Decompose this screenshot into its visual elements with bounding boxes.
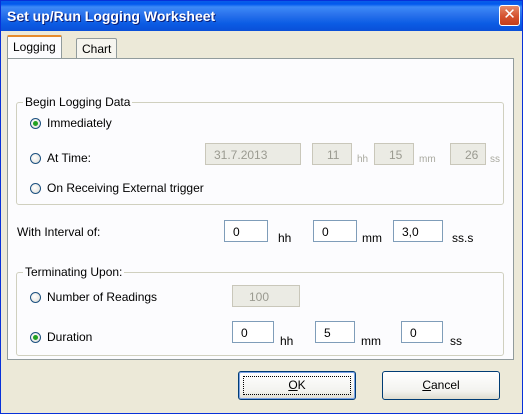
interval-minute-field[interactable]: 0: [313, 220, 357, 242]
duration-second-field[interactable]: 0: [401, 321, 443, 343]
start-second-field[interactable]: 26: [450, 143, 486, 165]
radio-button-selected-icon: [30, 331, 41, 343]
start-minute-unit: mm: [419, 154, 436, 165]
interval-minute-unit: mm: [362, 231, 382, 245]
radio-at-time[interactable]: At Time:: [30, 151, 91, 165]
interval-second-field[interactable]: 3,0: [393, 220, 443, 242]
terminating-legend: Terminating Upon:: [23, 265, 125, 279]
radio-external-trigger-label: On Receiving External trigger: [47, 181, 204, 195]
interval-label: With Interval of:: [17, 225, 101, 239]
radio-number-of-readings[interactable]: Number of Readings: [30, 290, 157, 304]
cancel-label-rest: ancel: [430, 378, 460, 392]
cancel-button[interactable]: Cancel: [382, 371, 500, 400]
radio-immediately-label: Immediately: [47, 116, 112, 130]
radio-duration[interactable]: Duration: [30, 330, 92, 344]
interval-hour-unit: hh: [278, 231, 292, 245]
cancel-accelerator: C: [422, 378, 431, 392]
logging-setup-dialog: Set up/Run Logging Worksheet ✕ Logging C…: [0, 0, 523, 414]
start-hour-field[interactable]: 11: [312, 143, 352, 165]
radio-at-time-label: At Time:: [47, 151, 92, 165]
radio-duration-label: Duration: [47, 330, 93, 344]
radio-external-trigger[interactable]: On Receiving External trigger: [30, 181, 204, 195]
focus-ring: [243, 376, 351, 395]
start-second-unit: ss: [490, 154, 500, 165]
radio-number-of-readings-label: Number of Readings: [47, 290, 158, 304]
duration-second-unit: ss: [450, 334, 462, 348]
duration-hour-unit: hh: [280, 334, 294, 348]
window-title: Set up/Run Logging Worksheet: [7, 8, 216, 24]
radio-button-icon: [30, 182, 41, 194]
radio-button-icon: [30, 291, 41, 303]
start-date-field[interactable]: 31.7.2013: [205, 143, 301, 165]
start-minute-field[interactable]: 15: [374, 143, 414, 165]
readings-count-field[interactable]: 100: [232, 285, 300, 307]
duration-minute-unit: mm: [361, 334, 381, 348]
interval-hour-field[interactable]: 0: [224, 220, 268, 242]
ok-button[interactable]: OK: [238, 371, 356, 400]
begin-logging-legend: Begin Logging Data: [23, 95, 133, 109]
radio-button-icon: [30, 152, 41, 164]
close-icon[interactable]: ✕: [499, 5, 520, 26]
radio-immediately[interactable]: Immediately: [30, 116, 112, 130]
logging-tab-panel: Begin Logging Data Immediately At Time: …: [7, 58, 514, 360]
duration-minute-field[interactable]: 5: [315, 321, 355, 343]
title-bar[interactable]: Set up/Run Logging Worksheet ✕: [1, 1, 522, 31]
interval-second-unit: ss.s: [452, 231, 474, 245]
tab-logging[interactable]: Logging: [7, 35, 62, 58]
radio-button-selected-icon: [30, 117, 41, 129]
start-hour-unit: hh: [357, 154, 369, 165]
duration-hour-field[interactable]: 0: [232, 321, 274, 343]
tab-chart[interactable]: Chart: [76, 38, 118, 58]
